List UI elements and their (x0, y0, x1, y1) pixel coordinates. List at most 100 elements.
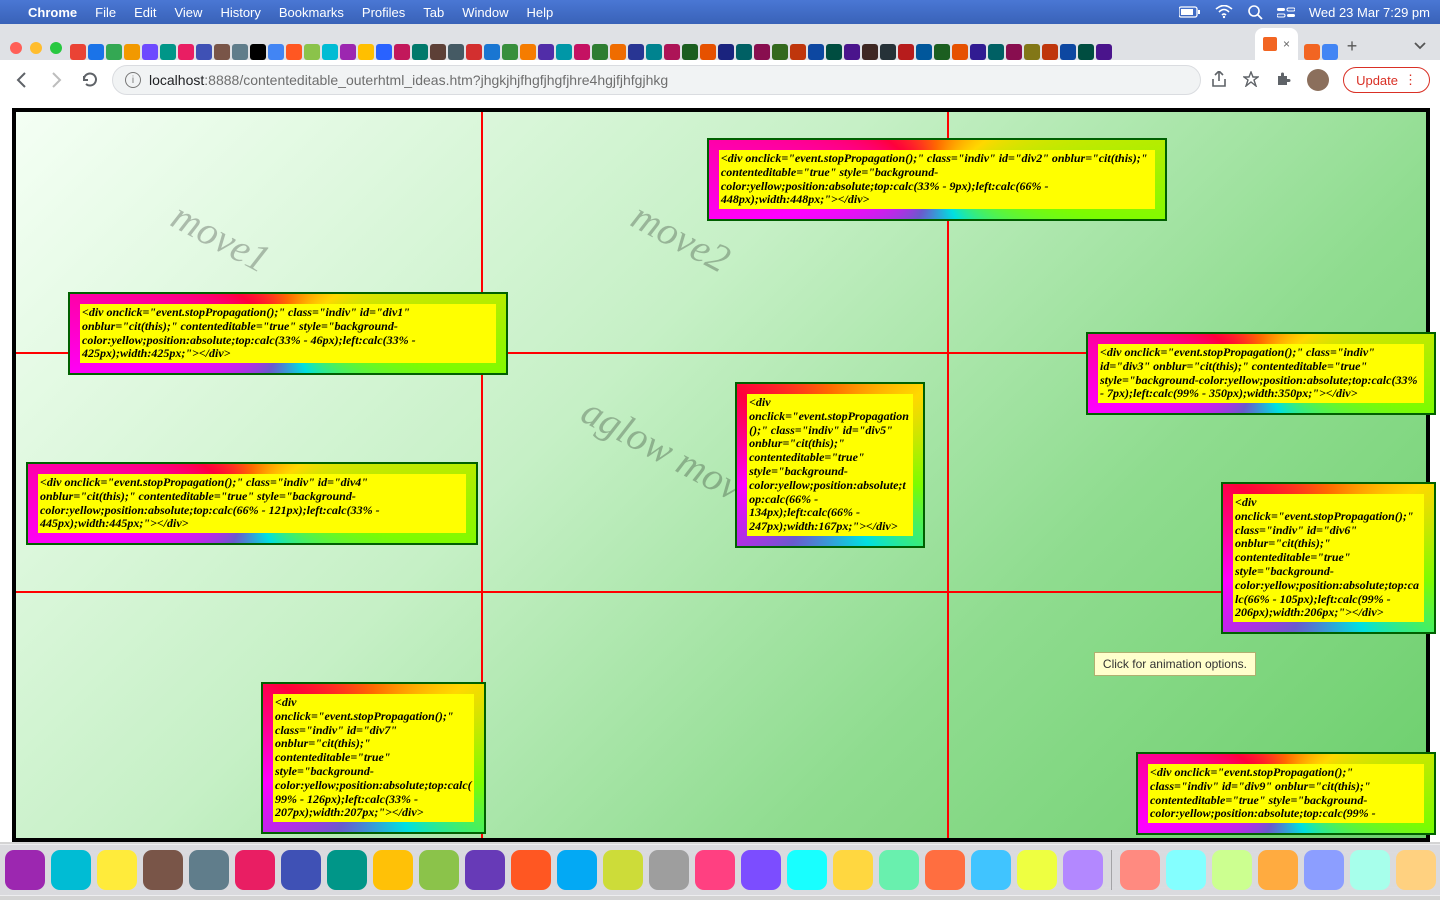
background-tab[interactable] (1096, 44, 1112, 60)
menu-file[interactable]: File (95, 5, 116, 20)
dock-app-icon[interactable] (51, 850, 91, 890)
background-tab[interactable] (826, 44, 842, 60)
background-tab[interactable] (898, 44, 914, 60)
page-body[interactable]: move1 move2 aglow move5 <div onclick="ev… (12, 108, 1430, 842)
background-tab[interactable] (196, 44, 212, 60)
background-tab[interactable] (484, 44, 500, 60)
window-close-icon[interactable] (10, 42, 22, 54)
app-name[interactable]: Chrome (28, 5, 77, 20)
dock-app-icon[interactable] (1258, 850, 1298, 890)
forward-button[interactable] (44, 68, 68, 92)
dock-app-icon[interactable] (1063, 850, 1103, 890)
dock-app-icon[interactable] (1396, 850, 1436, 890)
background-tab[interactable] (1060, 44, 1076, 60)
dock-app-icon[interactable] (879, 850, 919, 890)
background-tab[interactable] (70, 44, 86, 60)
background-tab[interactable] (394, 44, 410, 60)
background-tab[interactable] (988, 44, 1004, 60)
background-tab[interactable] (88, 44, 104, 60)
code-box-text[interactable]: <div onclick="event.stopPropagation();" … (38, 474, 466, 533)
background-tab[interactable] (358, 44, 374, 60)
control-center-icon[interactable] (1277, 6, 1295, 18)
menu-tab[interactable]: Tab (423, 5, 444, 20)
background-tab[interactable] (178, 44, 194, 60)
macos-dock[interactable] (0, 844, 1440, 896)
background-tab[interactable] (700, 44, 716, 60)
dock-app-icon[interactable] (235, 850, 275, 890)
dock-app-icon[interactable] (787, 850, 827, 890)
background-tab[interactable] (1042, 44, 1058, 60)
background-tab[interactable] (682, 44, 698, 60)
background-tab[interactable] (628, 44, 644, 60)
background-tab[interactable] (610, 44, 626, 60)
dock-app-icon[interactable] (833, 850, 873, 890)
background-tab[interactable] (808, 44, 824, 60)
reload-button[interactable] (78, 68, 102, 92)
background-tab[interactable] (934, 44, 950, 60)
back-button[interactable] (10, 68, 34, 92)
dock-app-icon[interactable] (603, 850, 643, 890)
dock-app-icon[interactable] (1017, 850, 1057, 890)
background-tab[interactable] (430, 44, 446, 60)
background-tab[interactable] (448, 44, 464, 60)
dock-app-icon[interactable] (5, 850, 45, 890)
background-tab[interactable] (520, 44, 536, 60)
background-tab[interactable] (916, 44, 932, 60)
background-tab[interactable] (880, 44, 896, 60)
battery-icon[interactable] (1179, 6, 1201, 18)
dock-app-icon[interactable] (649, 850, 689, 890)
background-tab[interactable] (466, 44, 482, 60)
background-tab[interactable] (664, 44, 680, 60)
dock-app-icon[interactable] (189, 850, 229, 890)
window-zoom-icon[interactable] (50, 42, 62, 54)
window-minimize-icon[interactable] (30, 42, 42, 54)
background-tab[interactable] (1304, 44, 1320, 60)
background-tab[interactable] (592, 44, 608, 60)
dock-app-icon[interactable] (419, 850, 459, 890)
dock-app-icon[interactable] (143, 850, 183, 890)
background-tab[interactable] (1078, 44, 1094, 60)
menu-help[interactable]: Help (527, 5, 554, 20)
dock-app-icon[interactable] (971, 850, 1011, 890)
new-tab-button[interactable]: + (1338, 32, 1366, 60)
code-box-div1[interactable]: <div onclick="event.stopPropagation();" … (68, 292, 508, 375)
dock-app-icon[interactable] (925, 850, 965, 890)
background-tab[interactable] (844, 44, 860, 60)
dock-app-icon[interactable] (465, 850, 505, 890)
code-box-div7[interactable]: <div onclick="event.stopPropagation();" … (261, 682, 486, 834)
active-tab[interactable]: × (1255, 28, 1298, 60)
code-box-div5[interactable]: <div onclick="event.stopPropagation();" … (735, 382, 925, 548)
background-tab[interactable] (1322, 44, 1338, 60)
background-tab[interactable] (718, 44, 734, 60)
code-box-text[interactable]: <div onclick="event.stopPropagation();" … (1233, 494, 1424, 622)
code-box-div4[interactable]: <div onclick="event.stopPropagation();" … (26, 462, 478, 545)
code-box-text[interactable]: <div onclick="event.stopPropagation();" … (1148, 764, 1424, 823)
menu-view[interactable]: View (174, 5, 202, 20)
code-box-text[interactable]: <div onclick="event.stopPropagation();" … (1098, 344, 1424, 403)
background-tab[interactable] (376, 44, 392, 60)
code-box-div6[interactable]: <div onclick="event.stopPropagation();" … (1221, 482, 1436, 634)
background-tab[interactable] (502, 44, 518, 60)
bookmark-star-icon[interactable] (1243, 71, 1261, 89)
background-tab[interactable] (304, 44, 320, 60)
background-tab[interactable] (1006, 44, 1022, 60)
background-tab[interactable] (232, 44, 248, 60)
dock-app-icon[interactable] (1304, 850, 1344, 890)
tab-close-icon[interactable]: × (1283, 37, 1290, 51)
code-box-text[interactable]: <div onclick="event.stopPropagation();" … (80, 304, 496, 363)
background-tab[interactable] (340, 44, 356, 60)
code-box-div3[interactable]: <div onclick="event.stopPropagation();" … (1086, 332, 1436, 415)
spotlight-icon[interactable] (1247, 4, 1263, 20)
menu-edit[interactable]: Edit (134, 5, 156, 20)
background-tab[interactable] (214, 44, 230, 60)
background-tab[interactable] (1024, 44, 1040, 60)
background-tab[interactable] (556, 44, 572, 60)
code-box-text[interactable]: <div onclick="event.stopPropagation();" … (719, 150, 1155, 209)
site-info-icon[interactable]: i (125, 72, 141, 88)
update-button[interactable]: Update⋮ (1343, 67, 1430, 93)
dock-app-icon[interactable] (281, 850, 321, 890)
background-tab[interactable] (538, 44, 554, 60)
background-tab[interactable] (268, 44, 284, 60)
dock-app-icon[interactable] (1350, 850, 1390, 890)
menu-bookmarks[interactable]: Bookmarks (279, 5, 344, 20)
